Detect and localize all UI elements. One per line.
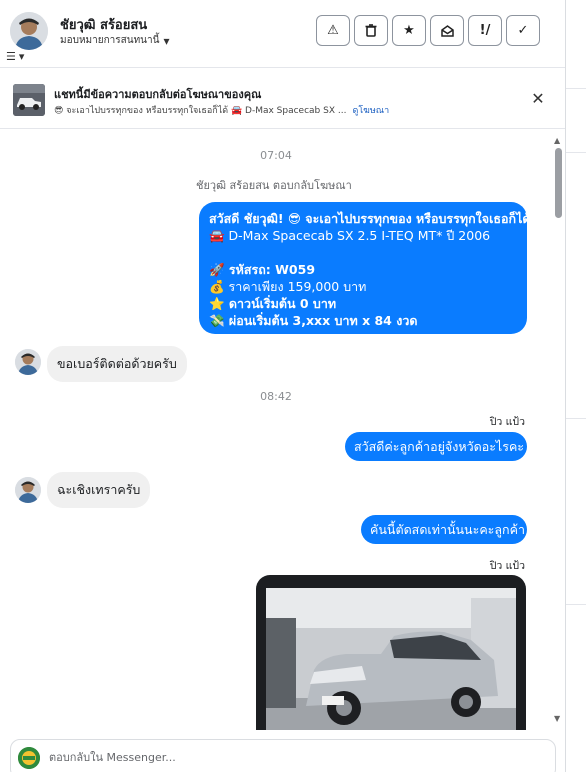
ad-message-line: สวัสดี ชัยวุฒิ! 😎 จะเอาไปบรรทุกของ หรือบ…: [209, 211, 531, 226]
right-panel-edge: [565, 0, 586, 772]
ad-message-line: 🚘 D-Max Spacecab SX 2.5 I-TEQ MT* ปี 200…: [209, 228, 491, 243]
message-thread[interactable]: 07:04 ชัยวุฒิ สร้อยสน ตอบกลับโฆษณา สวัสด…: [0, 130, 552, 730]
done-button[interactable]: ✓: [506, 15, 540, 46]
messenger-inbox-window: ☰ ▾ ชัยวุฒิ สร้อยสน มอบหมายการสนทนานี้ ▾…: [0, 0, 586, 772]
divider: [566, 152, 586, 153]
page-avatar: [18, 747, 40, 769]
thread-scrollbar[interactable]: ▲ ▼: [553, 134, 565, 728]
ad-message-bubble: สวัสดี ชัยวุฒิ! 😎 จะเอาไปบรรทุกของ หรือบ…: [199, 202, 531, 334]
scrollbar-thumb[interactable]: [555, 148, 562, 218]
filter-dropdown[interactable]: ☰ ▾: [6, 50, 24, 63]
close-icon[interactable]: ✕: [529, 89, 547, 108]
view-ad-link[interactable]: ดูโฆษณา: [352, 106, 389, 116]
trash-icon: [365, 24, 377, 37]
sender-label: ปิว แป้ว: [489, 416, 525, 428]
action-toolbar: ⚠ ★ !/ ✓: [316, 15, 540, 46]
chevron-down-icon: ▾: [163, 33, 170, 48]
ad-reply-banner: แชทนี้มีข้อความตอบกลับต่อโฆษณาของคุณ 😎 จ…: [0, 69, 565, 129]
scroll-up-icon[interactable]: ▲: [554, 136, 560, 145]
assign-label: มอบหมายการสนทนานี้: [60, 35, 160, 46]
mark-unread-button[interactable]: [430, 15, 464, 46]
check-icon: ✓: [517, 23, 529, 38]
sender-label: ปิว แป้ว: [489, 560, 525, 572]
image-message[interactable]: [256, 575, 526, 730]
ad-banner-subtitle: 😎 จะเอาไปบรรทุกของ หรือบรรทุกใจเธอก็ได้ …: [54, 103, 389, 117]
divider: [566, 418, 586, 419]
star-icon: ★: [403, 23, 415, 38]
assign-conversation-dropdown[interactable]: มอบหมายการสนทนานี้ ▾: [60, 33, 170, 48]
outgoing-message: สวัสดีค่ะลูกค้าอยู่จังหวัดอะไรคะ: [345, 432, 527, 461]
spam-button[interactable]: ⚠: [316, 15, 350, 46]
contact-avatar-small: [15, 477, 41, 503]
reply-composer: [10, 739, 556, 772]
filter-sliders-icon: ☰: [6, 50, 16, 63]
contact-avatar-small: [15, 349, 41, 375]
ad-thumbnail[interactable]: [13, 84, 45, 116]
ad-message-line: 🚀 รหัสรถ: W059: [209, 262, 316, 277]
incoming-message: ฉะเชิงเทราครับ: [47, 472, 151, 508]
follow-up-icon: !/: [479, 23, 491, 38]
ad-preview-text: 😎 จะเอาไปบรรทุกของ หรือบรรทุกใจเธอก็ได้ …: [54, 106, 347, 116]
car-photo: [266, 588, 516, 730]
follow-up-button[interactable]: !/: [468, 15, 502, 46]
contact-avatar[interactable]: [10, 12, 48, 50]
delete-button[interactable]: [354, 15, 388, 46]
ad-message-line: ⭐ ดาวน์เริ่มต้น 0 บาท: [209, 296, 337, 311]
contact-name: ชัยวุฒิ สร้อยสน: [60, 18, 148, 33]
divider: [566, 88, 586, 89]
star-button[interactable]: ★: [392, 15, 426, 46]
warning-icon: ⚠: [327, 23, 339, 38]
ad-banner-title: แชทนี้มีข้อความตอบกลับต่อโฆษณาของคุณ: [54, 88, 262, 101]
ad-message-line: [209, 244, 517, 261]
conversation-header: ☰ ▾ ชัยวุฒิ สร้อยสน มอบหมายการสนทนานี้ ▾…: [0, 0, 565, 68]
outgoing-message: คันนี้ตัดสดเท่านั้นนะคะลูกค้า: [361, 515, 527, 544]
ad-message-line: 💸 ผ่อนเริ่มต้น 3,xxx บาท x 84 งวด: [209, 313, 418, 328]
ad-message-line: 💰 ราคาเพียง 159,000 บาท: [209, 279, 367, 294]
timestamp: 08:42: [260, 390, 292, 403]
chevron-down-icon: ▾: [18, 50, 25, 63]
timestamp: 07:04: [260, 149, 292, 162]
reply-input[interactable]: [49, 751, 529, 764]
incoming-message: ขอเบอร์ติดต่อด้วยครับ: [47, 346, 187, 382]
envelope-open-icon: [440, 24, 454, 37]
divider: [566, 604, 586, 605]
ad-reply-note: ชัยวุฒิ สร้อยสน ตอบกลับโฆษณา: [196, 179, 352, 192]
scroll-down-icon[interactable]: ▼: [554, 714, 560, 723]
